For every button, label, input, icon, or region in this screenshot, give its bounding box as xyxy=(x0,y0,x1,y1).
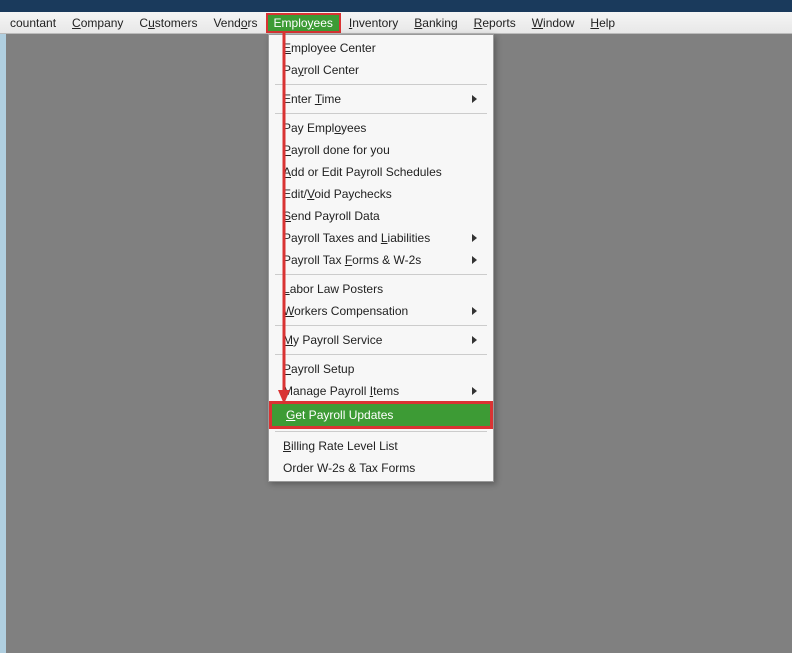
dd-get-payroll-updates[interactable]: Get Payroll Updates xyxy=(269,401,493,429)
menu-reports[interactable]: Reports xyxy=(466,13,524,33)
menu-employees[interactable]: Employees xyxy=(266,13,341,33)
dd-add-edit-schedules[interactable]: Add or Edit Payroll Schedules xyxy=(269,161,493,183)
menu-customers[interactable]: Customers xyxy=(131,13,205,33)
dd-payroll-setup[interactable]: Payroll Setup xyxy=(269,358,493,380)
dd-payroll-taxes-liabilities[interactable]: Payroll Taxes and Liabilities xyxy=(269,227,493,249)
dd-separator xyxy=(275,113,487,114)
chevron-right-icon xyxy=(472,307,477,315)
dd-pay-employees[interactable]: Pay Employees xyxy=(269,117,493,139)
menu-banking[interactable]: Banking xyxy=(406,13,465,33)
dd-edit-void-paychecks[interactable]: Edit/Void Paychecks xyxy=(269,183,493,205)
dd-send-payroll-data[interactable]: Send Payroll Data xyxy=(269,205,493,227)
chevron-right-icon xyxy=(472,95,477,103)
chevron-right-icon xyxy=(472,336,477,344)
menu-inventory[interactable]: Inventory xyxy=(341,13,406,33)
chevron-right-icon xyxy=(472,234,477,242)
dd-payroll-center[interactable]: Payroll Center xyxy=(269,59,493,81)
menu-company[interactable]: Company xyxy=(64,13,131,33)
dd-separator xyxy=(275,354,487,355)
dd-billing-rate-list[interactable]: Billing Rate Level List xyxy=(269,435,493,457)
menu-vendors[interactable]: Vendors xyxy=(205,13,265,33)
dd-separator xyxy=(275,84,487,85)
menu-bar: countant Company Customers Vendors Emplo… xyxy=(0,12,792,34)
menu-window[interactable]: Window xyxy=(524,13,583,33)
dd-order-w2s[interactable]: Order W-2s & Tax Forms xyxy=(269,457,493,479)
dd-manage-payroll-items[interactable]: Manage Payroll Items xyxy=(269,380,493,402)
dd-separator xyxy=(275,274,487,275)
menu-help[interactable]: Help xyxy=(582,13,623,33)
employees-dropdown: Employee Center Payroll Center Enter Tim… xyxy=(268,34,494,482)
dd-separator xyxy=(275,431,487,432)
dd-employee-center[interactable]: Employee Center xyxy=(269,37,493,59)
dd-my-payroll-service[interactable]: My Payroll Service xyxy=(269,329,493,351)
title-bar xyxy=(0,0,792,12)
dd-workers-compensation[interactable]: Workers Compensation xyxy=(269,300,493,322)
dd-labor-law-posters[interactable]: Labor Law Posters xyxy=(269,278,493,300)
dd-enter-time[interactable]: Enter Time xyxy=(269,88,493,110)
menu-accountant[interactable]: countant xyxy=(2,13,64,33)
chevron-right-icon xyxy=(472,387,477,395)
dd-payroll-tax-forms[interactable]: Payroll Tax Forms & W-2s xyxy=(269,249,493,271)
chevron-right-icon xyxy=(472,256,477,264)
dd-payroll-done-for-you[interactable]: Payroll done for you xyxy=(269,139,493,161)
dd-separator xyxy=(275,325,487,326)
